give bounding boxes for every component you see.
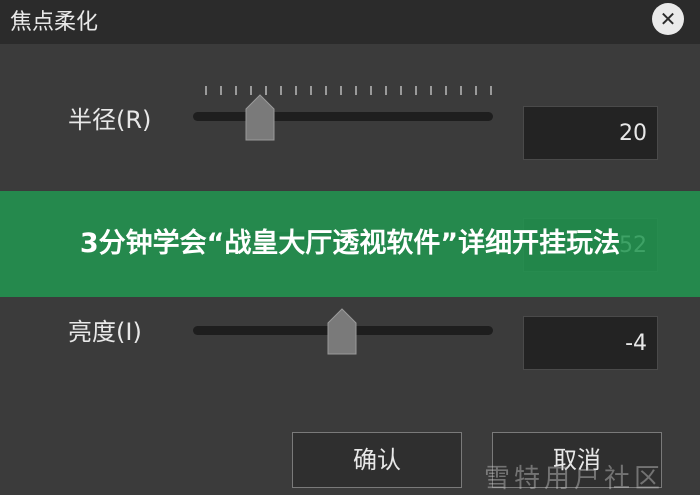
slider-tick	[340, 86, 342, 95]
radius-slider-thumb[interactable]	[245, 94, 275, 142]
slider-tick	[370, 86, 372, 95]
brightness-label: 亮度(I)	[68, 318, 142, 346]
ok-button[interactable]: 确认	[292, 432, 462, 488]
slider-tick	[220, 86, 222, 95]
radius-label: 半径(R)	[68, 106, 152, 134]
slider-tick	[295, 86, 297, 95]
brightness-value-field[interactable]: -4	[523, 316, 658, 370]
slider-tick	[205, 86, 207, 95]
dialog-title: 焦点柔化	[10, 10, 99, 35]
headline-text: 3分钟学会“战皇大厅透视软件”详细开挂玩法	[79, 228, 621, 259]
slider-tick	[430, 86, 432, 95]
slider-tick	[355, 86, 357, 95]
slider-tick	[490, 86, 492, 95]
headline-banner: 3分钟学会“战皇大厅透视软件”详细开挂玩法	[0, 191, 700, 297]
radius-value-field[interactable]: 20	[523, 106, 658, 160]
slider-tick	[310, 86, 312, 95]
slider-tick	[475, 86, 477, 95]
radius-slider-track[interactable]	[193, 112, 493, 121]
watermark: 雪特用户社区	[484, 464, 665, 494]
slider-tick	[280, 86, 282, 95]
slider-tick	[415, 86, 417, 95]
slider-tick	[400, 86, 402, 95]
slider-tick	[325, 86, 327, 95]
brightness-slider-thumb[interactable]	[327, 308, 357, 356]
close-icon[interactable]: ✕	[652, 3, 684, 35]
slider-tick	[460, 86, 462, 95]
slider-tick	[385, 86, 387, 95]
slider-tick	[235, 86, 237, 95]
slider-tick	[445, 86, 447, 95]
title-bar: 焦点柔化 ✕	[0, 0, 700, 44]
